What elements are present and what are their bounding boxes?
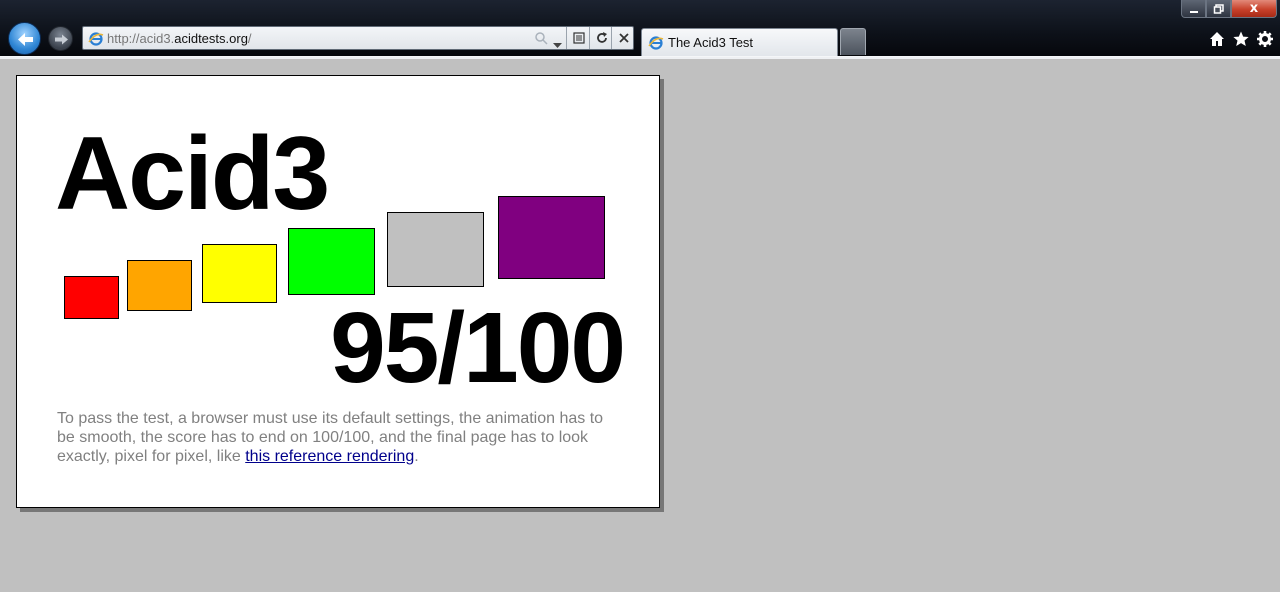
restore-button[interactable]: [1206, 0, 1231, 18]
dropdown-arrow-icon[interactable]: [553, 36, 562, 54]
reference-rendering-link[interactable]: this reference rendering: [245, 448, 414, 465]
refresh-button[interactable]: [589, 27, 613, 49]
bucket-6: [498, 196, 605, 279]
address-bar[interactable]: http://acid3.acidtests.org/: [82, 26, 634, 50]
url-domain: acidtests.org: [174, 31, 248, 46]
instructions-period: .: [414, 448, 419, 465]
toolbar-right: [1208, 30, 1274, 48]
acid3-card: Acid3 95/100 To pass the test, a browser…: [16, 75, 660, 508]
browser-chrome: x http://acid3.acidtests.org/ The Acid3 …: [0, 0, 1280, 59]
url-suffix: /: [247, 31, 252, 46]
compatibility-view-icon: [572, 32, 585, 44]
minimize-button[interactable]: [1181, 0, 1206, 18]
ie-page-icon: [648, 35, 664, 56]
stop-icon: [618, 33, 629, 43]
new-tab-button[interactable]: [840, 28, 866, 55]
forward-button[interactable]: [48, 26, 73, 51]
score: 95/100: [330, 292, 626, 404]
favorites-star-icon[interactable]: [1232, 30, 1250, 48]
bucket-3: [202, 244, 277, 303]
forward-arrow-icon: [55, 34, 68, 45]
page-title: Acid3: [55, 116, 330, 232]
bucket-2: [127, 260, 192, 311]
url-text[interactable]: http://acid3.acidtests.org/: [107, 31, 252, 46]
stop-button[interactable]: [611, 27, 635, 49]
back-button[interactable]: [8, 22, 41, 55]
url-prefix: http://acid3.: [107, 31, 175, 46]
close-icon: x: [1249, 1, 1259, 16]
bucket-1: [64, 276, 119, 319]
window-controls: x: [1181, 0, 1277, 18]
home-icon[interactable]: [1208, 30, 1226, 48]
refresh-icon: [596, 32, 607, 43]
bucket-4: [288, 228, 375, 295]
search-icon[interactable]: [534, 31, 548, 50]
close-window-button[interactable]: x: [1231, 0, 1277, 18]
tab-acid3[interactable]: The Acid3 Test: [641, 28, 838, 56]
tab-title: The Acid3 Test: [668, 35, 754, 50]
back-arrow-icon: [18, 33, 33, 46]
ie-page-icon: [88, 31, 104, 52]
tools-gear-icon[interactable]: [1256, 30, 1274, 48]
compatibility-view-button[interactable]: [566, 27, 590, 49]
bucket-5: [387, 212, 484, 287]
instructions: To pass the test, a browser must use its…: [57, 409, 617, 466]
